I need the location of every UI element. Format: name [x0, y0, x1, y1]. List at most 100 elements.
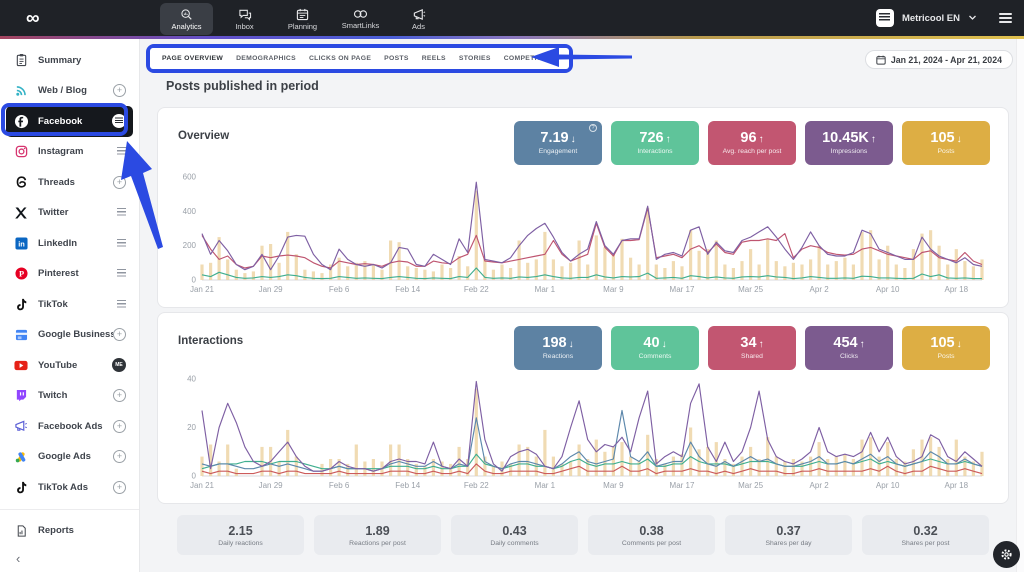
settings-fab-button[interactable] [993, 541, 1020, 568]
add-connection-icon[interactable]: + [113, 450, 126, 463]
add-connection-icon[interactable]: + [113, 328, 126, 341]
brand-avatar[interactable] [876, 9, 894, 27]
sidebar-item-youtube[interactable]: YouTubeME [6, 350, 133, 381]
twitter-icon [13, 205, 29, 221]
interactions-card-clicks: 454↑Clicks [805, 326, 893, 370]
inbox-icon [238, 8, 252, 21]
overview-title: Overview [178, 130, 229, 142]
tab-competitors[interactable]: COMPETITORS [504, 55, 557, 62]
sidebar-item-web-blog[interactable]: Web / Blog+ [6, 76, 133, 107]
svg-text:40: 40 [187, 375, 196, 384]
nav-item-smartlinks[interactable]: SmartLinks [334, 3, 387, 35]
metricool-logo-icon[interactable]: ∞ [26, 9, 40, 28]
nav-label: Ads [412, 22, 425, 31]
stat-card-daily-reactions: 2.15Daily reactions [177, 515, 304, 555]
add-connection-icon[interactable]: + [113, 389, 126, 402]
nav-item-inbox[interactable]: Inbox [218, 3, 271, 35]
trend-down-icon: ↓ [569, 340, 574, 350]
interactions-card-comments: 40↓Comments [611, 326, 699, 370]
info-icon[interactable]: ? [589, 124, 597, 132]
svg-text:Apr 2: Apr 2 [810, 481, 830, 490]
brand-mini-badge [116, 238, 126, 249]
threads-icon [13, 174, 29, 190]
sidebar-item-google-ads[interactable]: Google Ads+ [6, 442, 133, 473]
tiktok-icon [13, 296, 29, 312]
add-connection-icon[interactable]: + [113, 481, 126, 494]
overview-card-avg-reach-per-post: 96↑Avg. reach per post [708, 121, 796, 165]
stat-card-shares-per-post: 0.32Shares per post [862, 515, 989, 555]
brand-mini-badge [116, 299, 126, 310]
brand-mini-badge [116, 207, 126, 218]
page-title: Posts published in period [166, 79, 319, 93]
sidebar-item-tiktok-ads[interactable]: TikTok Ads+ [6, 472, 133, 503]
stat-card-reactions-per-post: 1.89Reactions per post [314, 515, 441, 555]
hamburger-menu-icon[interactable] [999, 13, 1012, 23]
date-range-value: Jan 21, 2024 - Apr 21, 2024 [891, 55, 1002, 65]
sidebar-item-instagram[interactable]: Instagram [6, 137, 133, 168]
google-business-icon [13, 327, 29, 343]
overview-card-interactions: 726↑Interactions [611, 121, 699, 165]
brand-mini-badge [116, 268, 126, 279]
chevron-down-icon[interactable] [968, 9, 977, 27]
interactions-card-reactions: 198↓Reactions [514, 326, 602, 370]
stat-card-shares-per-day: 0.37Shares per day [725, 515, 852, 555]
interactions-title: Interactions [178, 335, 243, 347]
svg-text:400: 400 [183, 207, 197, 216]
overview-card-engagement: ?7.19↓Engagement [514, 121, 602, 165]
trend-down-icon: ↓ [571, 135, 576, 145]
svg-text:in: in [18, 239, 25, 248]
sidebar-item-facebook-ads[interactable]: Facebook Ads+ [6, 411, 133, 442]
svg-text:Apr 10: Apr 10 [876, 285, 900, 294]
add-connection-icon[interactable]: + [113, 84, 126, 97]
svg-text:Jan 21: Jan 21 [190, 285, 215, 294]
sidebar-item-twitch[interactable]: Twitch+ [6, 381, 133, 412]
sidebar-item-pinterest[interactable]: PPinterest [6, 259, 133, 290]
date-range-picker[interactable]: Jan 21, 2024 - Apr 21, 2024 [865, 50, 1013, 69]
sidebar-collapse-button[interactable]: ‹ [16, 551, 20, 566]
trend-up-icon: ↑ [860, 340, 865, 350]
facebook-ads-icon [13, 418, 29, 434]
trend-down-icon: ↓ [662, 340, 667, 350]
svg-text:Feb 22: Feb 22 [464, 481, 489, 490]
tab-page-overview[interactable]: PAGE OVERVIEW [162, 55, 223, 62]
svg-text:Mar 17: Mar 17 [670, 285, 695, 294]
nav-item-planning[interactable]: Planning [276, 3, 329, 35]
sidebar-item-summary[interactable]: Summary [6, 45, 133, 76]
calendar-icon [876, 55, 886, 65]
svg-text:Jan 21: Jan 21 [190, 481, 215, 490]
stat-card-daily-comments: 0.43Daily comments [451, 515, 578, 555]
svg-text:Feb 14: Feb 14 [395, 481, 420, 490]
twitch-icon [13, 388, 29, 404]
sidebar-item-facebook[interactable]: Facebook [6, 106, 133, 137]
pinterest-icon: P [13, 266, 29, 282]
svg-text:600: 600 [183, 173, 197, 182]
trend-up-icon: ↑ [759, 135, 764, 145]
sidebar-item-twitter[interactable]: Twitter [6, 198, 133, 229]
tab-demographics[interactable]: DEMOGRAPHICS [236, 55, 296, 62]
sidebar-item-tiktok[interactable]: TikTok [6, 289, 133, 320]
overview-card-posts: 105↓Posts [902, 121, 990, 165]
nav-item-analytics[interactable]: Analytics [160, 3, 213, 35]
tab-reels[interactable]: REELS [422, 55, 446, 62]
svg-text:Apr 2: Apr 2 [810, 285, 830, 294]
linkedin-icon: in [13, 235, 29, 251]
add-connection-icon[interactable]: + [113, 420, 126, 433]
scrollbar[interactable] [1016, 39, 1024, 572]
svg-text:Mar 1: Mar 1 [535, 285, 556, 294]
brand-gradient-line [0, 36, 1024, 39]
interactions-card-posts: 105↓Posts [902, 326, 990, 370]
trend-up-icon: ↑ [871, 135, 876, 145]
tab-stories[interactable]: STORIES [459, 55, 491, 62]
sidebar-item-reports[interactable]: Reports [6, 516, 133, 547]
sidebar-item-linkedin[interactable]: inLinkedIn [6, 228, 133, 259]
tab-posts[interactable]: POSTS [384, 55, 409, 62]
account-name[interactable]: Metricool EN [902, 13, 960, 24]
add-connection-icon[interactable]: + [113, 176, 126, 189]
tab-clicks-on-page[interactable]: CLICKS ON PAGE [309, 55, 371, 62]
nav-item-ads[interactable]: Ads [392, 3, 445, 35]
sidebar-item-threads[interactable]: Threads+ [6, 167, 133, 198]
trend-down-icon: ↓ [957, 135, 962, 145]
svg-text:200: 200 [183, 241, 197, 250]
sidebar-item-google-business[interactable]: Google Business ...+ [6, 320, 133, 351]
overview-panel: Overview ?7.19↓Engagement726↑Interaction… [157, 107, 1009, 308]
